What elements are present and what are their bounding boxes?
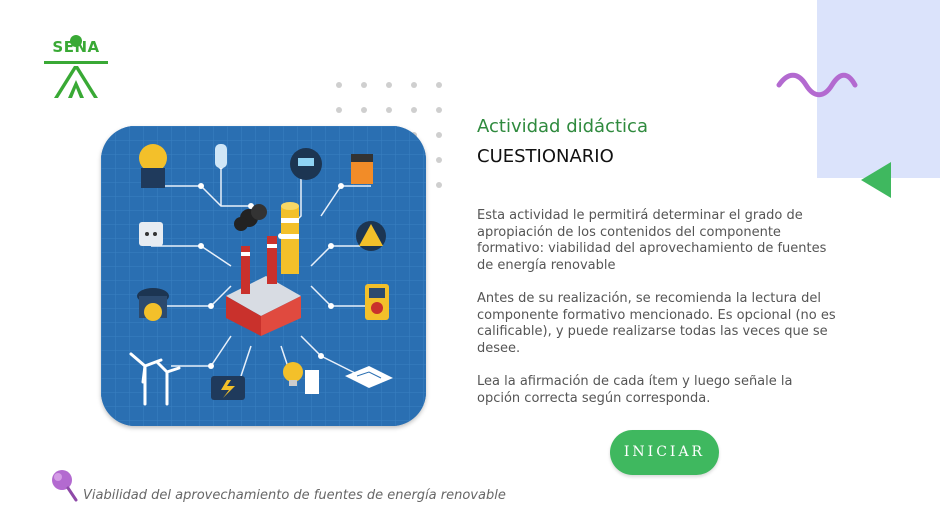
triangle-icon	[861, 162, 891, 198]
activity-subtitle: Actividad didáctica	[477, 116, 648, 137]
logo-text: SENA	[52, 38, 100, 56]
description-paragraph: Esta actividad le permitirá determinar e…	[477, 208, 827, 273]
footer-caption: Viabilidad del aprovechamiento de fuente…	[83, 488, 506, 503]
energy-illustration	[101, 126, 426, 426]
wave-icon	[776, 72, 858, 98]
instruction-paragraph: Lea la afirmación de cada ítem y luego s…	[477, 374, 793, 406]
start-button[interactable]: INICIAR	[610, 430, 719, 475]
recommendation-paragraph: Antes de su realización, se recomienda l…	[477, 291, 836, 356]
sena-logo: SENA	[42, 34, 110, 100]
activity-title: CUESTIONARIO	[477, 146, 614, 167]
illustration-graphic	[101, 126, 426, 426]
pin-icon	[52, 470, 78, 502]
